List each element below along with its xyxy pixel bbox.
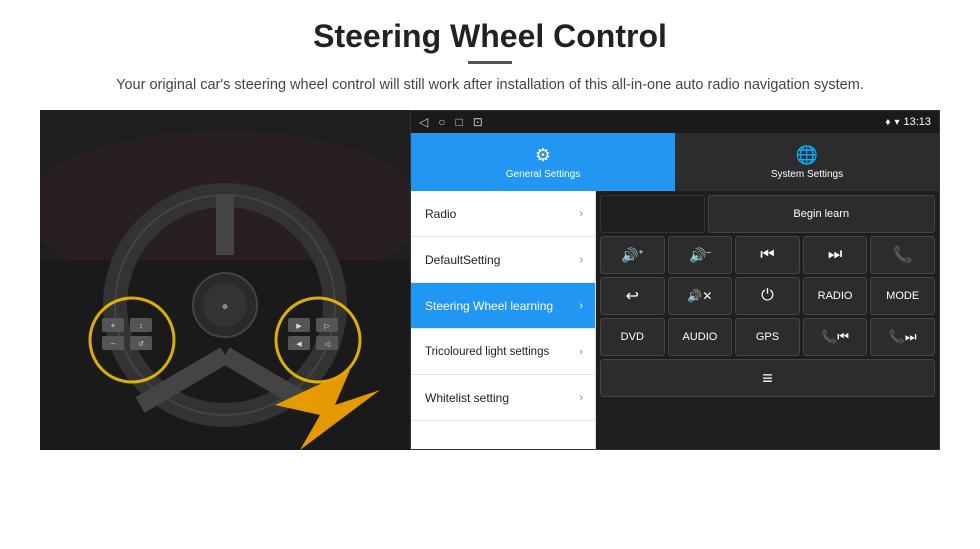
prev-track-button[interactable]: ⏮ bbox=[735, 236, 800, 274]
android-ui: ◁ ○ □ ⊡ ♦ ▾ 13:13 ⚙ General Settings bbox=[410, 110, 940, 450]
dvd-label: DVD bbox=[621, 331, 644, 343]
tab-system-label: System Settings bbox=[771, 169, 843, 180]
status-bar-right: ♦ ▾ 13:13 bbox=[885, 116, 931, 128]
steering-wheel-image: ● + – ↕ ↺ ▶ ◀ ▷ bbox=[40, 110, 410, 450]
prev-icon: ⏮ bbox=[760, 246, 774, 264]
phone-button[interactable]: 📞 bbox=[870, 236, 935, 274]
back-icon: ◁ bbox=[419, 115, 428, 129]
vol-up-icon: 🔊+ bbox=[621, 247, 643, 264]
svg-text:▶: ▶ bbox=[296, 323, 302, 330]
mute-icon: 🔊✕ bbox=[687, 289, 712, 303]
tab-system-settings[interactable]: 🌐 System Settings bbox=[675, 133, 939, 191]
menu-icon: ⊡ bbox=[473, 115, 483, 129]
phone-next-button[interactable]: 📞⏭ bbox=[870, 318, 935, 356]
radio-button[interactable]: RADIO bbox=[803, 277, 868, 315]
chevron-icon: › bbox=[579, 254, 583, 266]
menu-item-steering-wheel[interactable]: Steering Wheel learning › bbox=[411, 283, 595, 329]
content-area: ● + – ↕ ↺ ▶ ◀ ▷ bbox=[40, 110, 940, 450]
mode-button[interactable]: MODE bbox=[870, 277, 935, 315]
status-bar: ◁ ○ □ ⊡ ♦ ▾ 13:13 bbox=[411, 111, 939, 133]
audio-button[interactable]: AUDIO bbox=[668, 318, 733, 356]
status-bar-left: ◁ ○ □ ⊡ bbox=[419, 115, 483, 129]
tab-bar: ⚙ General Settings 🌐 System Settings bbox=[411, 133, 939, 191]
svg-text:+: + bbox=[111, 321, 116, 330]
tab-general-label: General Settings bbox=[506, 169, 581, 180]
gps-button[interactable]: GPS bbox=[735, 318, 800, 356]
radio-label: RADIO bbox=[818, 290, 853, 302]
page-title: Steering Wheel Control bbox=[313, 18, 667, 55]
begin-learn-button[interactable]: Begin learn bbox=[708, 195, 936, 233]
subtitle: Your original car's steering wheel contr… bbox=[116, 74, 864, 96]
phone-prev-button[interactable]: 📞⏮ bbox=[803, 318, 868, 356]
tab-general-settings[interactable]: ⚙ General Settings bbox=[411, 133, 675, 191]
next-icon: ⏭ bbox=[828, 246, 842, 264]
power-button[interactable]: ⏻ bbox=[735, 277, 800, 315]
svg-text:◁: ◁ bbox=[324, 341, 330, 348]
menu-list: Radio › DefaultSetting › Steering Wheel … bbox=[411, 191, 596, 449]
menu-item-whitelist[interactable]: Whitelist setting › bbox=[411, 375, 595, 421]
chevron-icon: › bbox=[579, 346, 583, 358]
vol-down-icon: 🔊– bbox=[689, 247, 711, 264]
phone-next-icon: 📞⏭ bbox=[889, 329, 917, 345]
list-button[interactable]: ≡ bbox=[600, 359, 935, 397]
menu-item-defaultsetting[interactable]: DefaultSetting › bbox=[411, 237, 595, 283]
svg-text:↕: ↕ bbox=[139, 323, 143, 330]
back-call-icon: ↩ bbox=[626, 286, 639, 306]
ctrl-row-4: DVD AUDIO GPS 📞⏮ 📞⏭ bbox=[600, 318, 935, 356]
ctrl-row-3: ↩ 🔊✕ ⏻ RADIO MODE bbox=[600, 277, 935, 315]
svg-text:●: ● bbox=[221, 299, 228, 313]
phone-prev-icon: 📞⏮ bbox=[821, 329, 849, 345]
wifi-icon: ▾ bbox=[894, 117, 899, 128]
chevron-icon: › bbox=[579, 300, 583, 312]
vol-up-button[interactable]: 🔊+ bbox=[600, 236, 665, 274]
time-display: 13:13 bbox=[903, 116, 931, 128]
list-icon: ≡ bbox=[762, 368, 773, 389]
mute-button[interactable]: 🔊✕ bbox=[668, 277, 733, 315]
back-call-button[interactable]: ↩ bbox=[600, 277, 665, 315]
system-icon: 🌐 bbox=[796, 145, 818, 166]
menu-item-radio[interactable]: Radio › bbox=[411, 191, 595, 237]
audio-label: AUDIO bbox=[682, 331, 717, 343]
recents-icon: □ bbox=[455, 115, 462, 129]
chevron-icon: › bbox=[579, 392, 583, 404]
gps-label: GPS bbox=[756, 331, 779, 343]
ctrl-row-2: 🔊+ 🔊– ⏮ ⏭ 📞 bbox=[600, 236, 935, 274]
vol-down-button[interactable]: 🔊– bbox=[668, 236, 733, 274]
svg-text:–: – bbox=[111, 339, 116, 348]
home-icon: ○ bbox=[438, 115, 445, 129]
menu-item-tricoloured[interactable]: Tricoloured light settings › bbox=[411, 329, 595, 375]
svg-text:↺: ↺ bbox=[138, 341, 144, 348]
menu-controls-area: Radio › DefaultSetting › Steering Wheel … bbox=[411, 191, 939, 449]
controls-panel: Begin learn 🔊+ 🔊– ⏮ bbox=[596, 191, 939, 449]
dvd-button[interactable]: DVD bbox=[600, 318, 665, 356]
next-track-button[interactable]: ⏭ bbox=[803, 236, 868, 274]
phone-icon: 📞 bbox=[893, 245, 913, 265]
gps-icon: ♦ bbox=[885, 117, 890, 128]
ctrl-row-5: ≡ bbox=[600, 359, 935, 397]
svg-text:◀: ◀ bbox=[296, 341, 302, 348]
mode-label: MODE bbox=[886, 290, 919, 302]
ctrl-row-1: Begin learn bbox=[600, 195, 935, 233]
svg-text:▷: ▷ bbox=[324, 323, 330, 330]
title-divider bbox=[468, 61, 512, 64]
chevron-icon: › bbox=[579, 208, 583, 220]
page-container: Steering Wheel Control Your original car… bbox=[0, 0, 980, 549]
settings-icon: ⚙ bbox=[535, 145, 551, 166]
empty-cell bbox=[600, 195, 705, 233]
power-icon: ⏻ bbox=[761, 287, 774, 305]
